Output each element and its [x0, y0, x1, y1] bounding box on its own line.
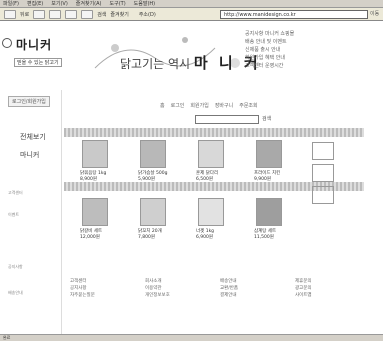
logo-tagline: 믿을 수 있는 닭고기: [14, 58, 62, 67]
footer-link[interactable]: 이용약관: [145, 285, 170, 292]
quick-banner[interactable]: [312, 164, 334, 182]
footer-link[interactable]: 제휴문의: [295, 278, 312, 285]
footer-link[interactable]: 교환/반품: [220, 285, 238, 292]
product-price: 11,500원: [254, 235, 274, 240]
section-band: [64, 128, 364, 137]
product-image[interactable]: [82, 198, 108, 226]
right-quick-menu: [312, 142, 334, 208]
left-menu-brand[interactable]: 마니커: [20, 150, 39, 160]
search-button[interactable]: 검색: [262, 115, 271, 122]
menu-tools[interactable]: 도구(T): [110, 0, 126, 7]
top-nav: 홈 로그인 회원가입 장바구니 주문조회: [160, 102, 258, 109]
nav-home[interactable]: 홈: [160, 102, 165, 109]
nav-cart[interactable]: 장바구니: [215, 102, 233, 109]
notice-box: 공지사항 마니커 쇼핑몰 배송 안내 및 이벤트 신제품 출시 안내 회원가입 …: [245, 30, 370, 70]
banner-prefix: 닭고기는 역시: [120, 57, 191, 71]
product-image[interactable]: [256, 140, 282, 168]
forward-button[interactable]: [33, 9, 46, 19]
search-input[interactable]: [195, 115, 259, 124]
menu-edit[interactable]: 편집(E): [27, 0, 43, 7]
refresh-button[interactable]: [65, 9, 78, 19]
footer-column: 제휴문의 광고문의 사이트맵: [295, 278, 312, 299]
product-image[interactable]: [82, 140, 108, 168]
left-link-cs[interactable]: 고객센터: [8, 190, 23, 196]
go-button[interactable]: 이동: [370, 10, 382, 19]
nav-order[interactable]: 주문조회: [239, 102, 257, 109]
login-button[interactable]: 로그인/회원가입: [8, 96, 50, 107]
notice-line[interactable]: 고객센터 운영시간: [245, 62, 370, 70]
address-label: 주소(D): [138, 11, 156, 18]
footer-link[interactable]: 광고문의: [295, 285, 312, 292]
footer-link[interactable]: 배송안내: [220, 278, 238, 285]
notice-line[interactable]: 배송 안내 및 이벤트: [245, 38, 370, 46]
product-image[interactable]: [198, 140, 224, 168]
nav-join[interactable]: 회원가입: [190, 102, 208, 109]
menu-bar: 파일(F) 편집(E) 보기(V) 즐겨찾기(A) 도구(T) 도움말(H): [0, 0, 383, 8]
site-logo[interactable]: 마니커: [16, 36, 52, 53]
back-label: 뒤로: [20, 11, 30, 18]
home-button[interactable]: [81, 9, 94, 19]
address-bar[interactable]: http://www.manidesign.co.kr: [220, 10, 368, 19]
left-link-delivery[interactable]: 배송안내: [8, 290, 23, 296]
quick-banner[interactable]: [312, 142, 334, 160]
nav-login[interactable]: 로그인: [171, 102, 185, 109]
notice-line[interactable]: 공지사항 마니커 쇼핑몰: [245, 30, 370, 38]
footer-link[interactable]: 회사소개: [145, 278, 170, 285]
menu-help[interactable]: 도움말(H): [134, 0, 155, 7]
menu-file[interactable]: 파일(F): [3, 0, 19, 7]
stop-button[interactable]: [49, 9, 62, 19]
product-image[interactable]: [256, 198, 282, 226]
product-price: 6,900원: [196, 235, 214, 240]
favorites-label[interactable]: 즐겨찾기: [110, 11, 128, 18]
notice-line[interactable]: 신제품 출시 안내: [245, 46, 370, 54]
left-link-event[interactable]: 이벤트: [8, 212, 19, 218]
status-bar: 완료: [0, 334, 383, 341]
product-price: 12,000원: [80, 235, 100, 240]
menu-view[interactable]: 보기(V): [51, 0, 68, 7]
left-link-notice[interactable]: 공지사항: [8, 264, 23, 270]
footer-link[interactable]: 사이트맵: [295, 292, 312, 299]
quick-banner[interactable]: [312, 186, 334, 204]
banner-title: 닭고기는 역시 마 니 커: [120, 52, 261, 73]
product-image[interactable]: [140, 140, 166, 168]
footer-link[interactable]: 자주묻는질문: [70, 292, 95, 299]
left-menu-all[interactable]: 전체보기: [20, 132, 46, 142]
product-image[interactable]: [198, 198, 224, 226]
footer-column: 회사소개 이용약관 개인정보보호: [145, 278, 170, 299]
footer-link[interactable]: 결제안내: [220, 292, 238, 299]
notice-line[interactable]: 회원가입 혜택 안내: [245, 54, 370, 62]
footer-link[interactable]: 개인정보보호: [145, 292, 170, 299]
product-image[interactable]: [140, 198, 166, 226]
footer-link[interactable]: 공지사항: [70, 285, 95, 292]
menu-favorites[interactable]: 즐겨찾기(A): [76, 0, 102, 7]
search-label[interactable]: 검색: [97, 11, 106, 18]
back-button[interactable]: [4, 9, 16, 19]
logo-icon: [2, 38, 12, 48]
footer-column: 배송안내 교환/반품 결제안내: [220, 278, 238, 299]
footer-column: 고객센터 공지사항 자주묻는질문: [70, 278, 95, 299]
product-price: 7,800원: [138, 235, 156, 240]
footer-link[interactable]: 고객센터: [70, 278, 95, 285]
